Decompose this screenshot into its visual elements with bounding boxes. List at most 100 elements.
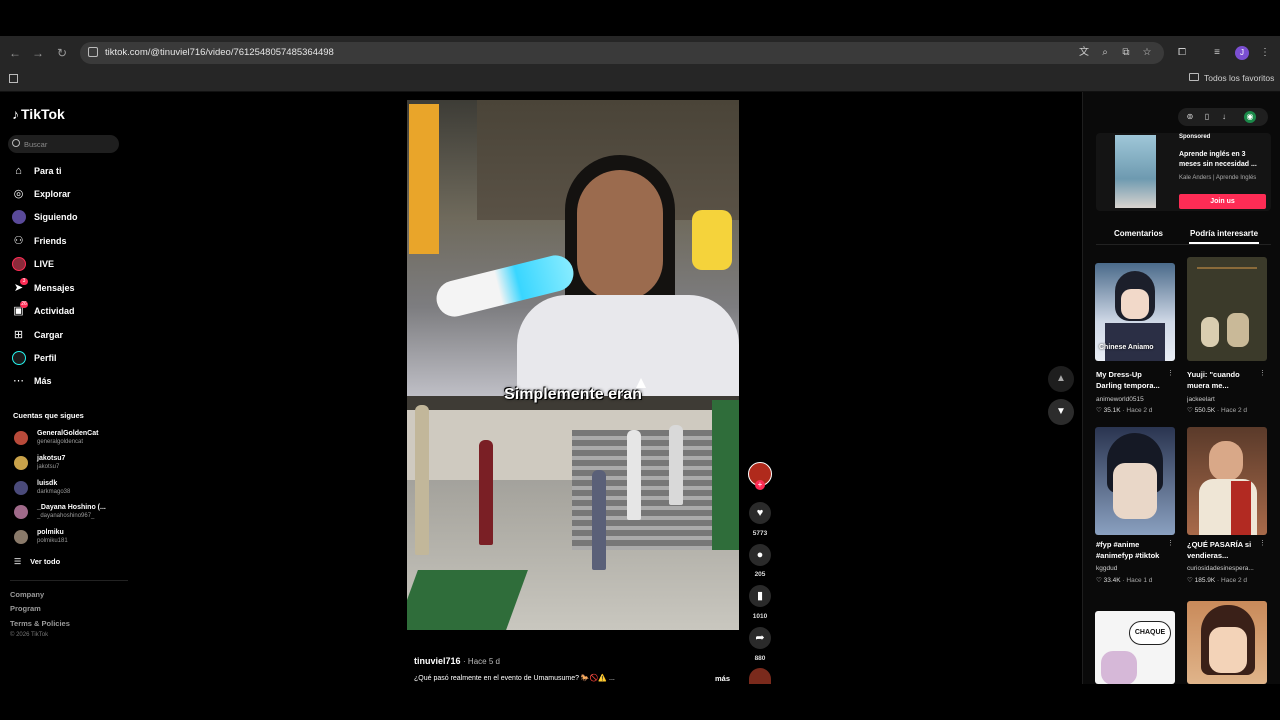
bookmark-icon[interactable]: ▮: [749, 585, 771, 607]
browser-menu-icon[interactable]: ⋮: [1259, 47, 1271, 59]
more-dots-icon[interactable]: ⋮: [1167, 539, 1174, 547]
avatar: [14, 456, 28, 470]
apps-grid-icon[interactable]: [9, 74, 18, 83]
embed-icon[interactable]: ⊚: [1184, 111, 1196, 123]
account-name: luisdk: [37, 480, 58, 487]
list-icon: ☰: [14, 557, 22, 566]
previous-video-chevron-up-icon[interactable]: ▲: [1048, 366, 1074, 392]
card-meta: ♡ 33.4K · Hace 1 d: [1096, 576, 1152, 584]
nav-label: Cargar: [34, 330, 64, 340]
card-likes: ♡ 35.1K: [1096, 407, 1121, 414]
video-author[interactable]: tinuviel716: [414, 656, 461, 666]
tiktok-logo[interactable]: ♪ TikTok: [12, 106, 65, 122]
url-text[interactable]: tiktok.com/@tinuviel716/video/7612548057…: [105, 47, 334, 58]
card-meta: ♡ 550.5K · Hace 2 d: [1187, 406, 1247, 414]
card-title[interactable]: #fyp #anime #animefyp #tiktok: [1096, 539, 1168, 561]
ad-subtitle: Kale Anders | Aprende Inglés: [1179, 175, 1257, 181]
video-figure: [415, 405, 429, 555]
account-name: polmiku: [37, 529, 64, 536]
video-card-thumbnail[interactable]: [1187, 427, 1267, 535]
nav-label: Actividad: [34, 306, 75, 316]
ad-join-button[interactable]: Join us: [1179, 194, 1266, 209]
folder-icon: [1189, 73, 1199, 81]
nav-label: Explorar: [34, 189, 71, 199]
forward-arrow-icon[interactable]: →: [31, 46, 45, 60]
share-arrow-icon[interactable]: ➦: [749, 627, 771, 649]
ad-sponsored-label: Sponsored: [1179, 134, 1211, 140]
video-card-thumbnail[interactable]: CHAQUE: [1095, 611, 1175, 684]
profile-avatar[interactable]: J: [1235, 46, 1249, 60]
follow-plus-icon[interactable]: +: [755, 480, 765, 490]
following-avatar-icon: [12, 210, 26, 224]
messages-badge: 3: [20, 278, 28, 285]
video-player[interactable]: [407, 100, 739, 630]
video-description: ¿Qué pasó realmente en el evento de Umam…: [414, 675, 615, 682]
video-card-thumbnail[interactable]: [1187, 601, 1267, 684]
account-username: polmiku181: [37, 538, 68, 544]
friends-icon: ⚇: [13, 235, 24, 247]
bookmark-star-icon[interactable]: ☆: [1141, 47, 1153, 59]
account-name: jakotsu7: [37, 455, 66, 462]
extensions-icon[interactable]: ⧠: [1176, 47, 1188, 59]
ad-title[interactable]: Aprende inglés en 3 meses sin necesidad …: [1179, 150, 1269, 170]
footer-link-program[interactable]: Program: [10, 604, 41, 613]
account-name: _Dayana Hoshino (...: [37, 504, 106, 511]
search-placeholder[interactable]: Buscar: [24, 140, 47, 149]
reload-icon[interactable]: ↻: [55, 46, 69, 60]
coins-icon[interactable]: ◉: [1244, 111, 1256, 123]
like-count: 5773: [752, 530, 768, 537]
install-app-icon[interactable]: ⧉: [1120, 47, 1132, 59]
download-icon[interactable]: ↓: [1218, 111, 1230, 123]
save-count: 1010: [752, 613, 768, 620]
avatar: [14, 431, 28, 445]
home-icon: ⌂: [15, 165, 22, 177]
upload-icon: ⊞: [13, 329, 24, 341]
see-all-link[interactable]: ☰ Ver todo: [14, 557, 60, 566]
card-title[interactable]: ¿QUÉ PASARÍA si vendieras...: [1187, 539, 1259, 561]
logo-text: TikTok: [21, 106, 65, 122]
back-arrow-icon[interactable]: ←: [8, 46, 22, 60]
more-dots-icon[interactable]: ⋮: [1259, 539, 1266, 547]
copyright: © 2026 TikTok: [10, 632, 49, 638]
phone-icon[interactable]: ▯: [1201, 111, 1213, 123]
tab-comentarios[interactable]: Comentarios: [1114, 229, 1163, 238]
site-info-icon[interactable]: [88, 47, 98, 57]
footer-link-terms[interactable]: Terms & Policies: [10, 619, 70, 628]
tab-podria-interesarte[interactable]: Podría interesarte: [1190, 229, 1258, 238]
translate-icon[interactable]: 文: [1078, 47, 1090, 59]
tabs-divider: [1096, 244, 1271, 245]
card-user[interactable]: animeworld0515: [1096, 396, 1176, 403]
card-user[interactable]: jackeelart: [1187, 396, 1267, 403]
card-overlay-text: Chinese Aniamo: [1099, 344, 1154, 351]
more-dots-icon[interactable]: ⋮: [1259, 369, 1266, 377]
card-title[interactable]: Yuuji: "cuando muera me...: [1187, 369, 1259, 391]
card-user[interactable]: curiosidadesinespera...: [1187, 565, 1267, 572]
more-dots-icon[interactable]: ⋮: [1167, 369, 1174, 377]
card-likes: ♡ 33.4K: [1096, 577, 1121, 584]
zoom-icon[interactable]: ⌕: [1099, 47, 1111, 59]
nav-label: Más: [34, 376, 52, 386]
like-heart-icon[interactable]: ♥: [749, 502, 771, 524]
activity-badge: 26: [20, 301, 28, 308]
comment-bubble-icon[interactable]: ●: [749, 544, 771, 566]
compass-icon: ◎: [13, 188, 24, 200]
more-link[interactable]: más: [715, 674, 730, 683]
video-card-thumbnail[interactable]: Chinese Aniamo: [1095, 263, 1175, 361]
card-title[interactable]: My Dress-Up Darling tempora...: [1096, 369, 1168, 391]
nav-label: Perfil: [34, 353, 57, 363]
nav-label: Para ti: [34, 166, 62, 176]
video-author-line[interactable]: tinuviel716 · Hace 5 d: [414, 656, 500, 666]
video-card-thumbnail[interactable]: [1187, 257, 1267, 361]
footer-link-company[interactable]: Company: [10, 590, 44, 599]
card-meta: ♡ 35.1K · Hace 2 d: [1096, 406, 1152, 414]
next-video-chevron-down-icon[interactable]: ▼: [1048, 399, 1074, 425]
media-control-icon[interactable]: ≡: [1211, 47, 1223, 59]
card-time: · Hace 2 d: [1217, 407, 1248, 414]
video-card-thumbnail[interactable]: [1095, 427, 1175, 535]
all-bookmarks-link[interactable]: Todos los favoritos: [1204, 73, 1274, 83]
ad-thumbnail[interactable]: [1115, 135, 1156, 208]
account-username: darkmago38: [37, 489, 71, 495]
music-disc-icon[interactable]: [749, 668, 771, 684]
profile-icon: [12, 351, 26, 365]
card-user[interactable]: kggdud: [1096, 565, 1176, 572]
